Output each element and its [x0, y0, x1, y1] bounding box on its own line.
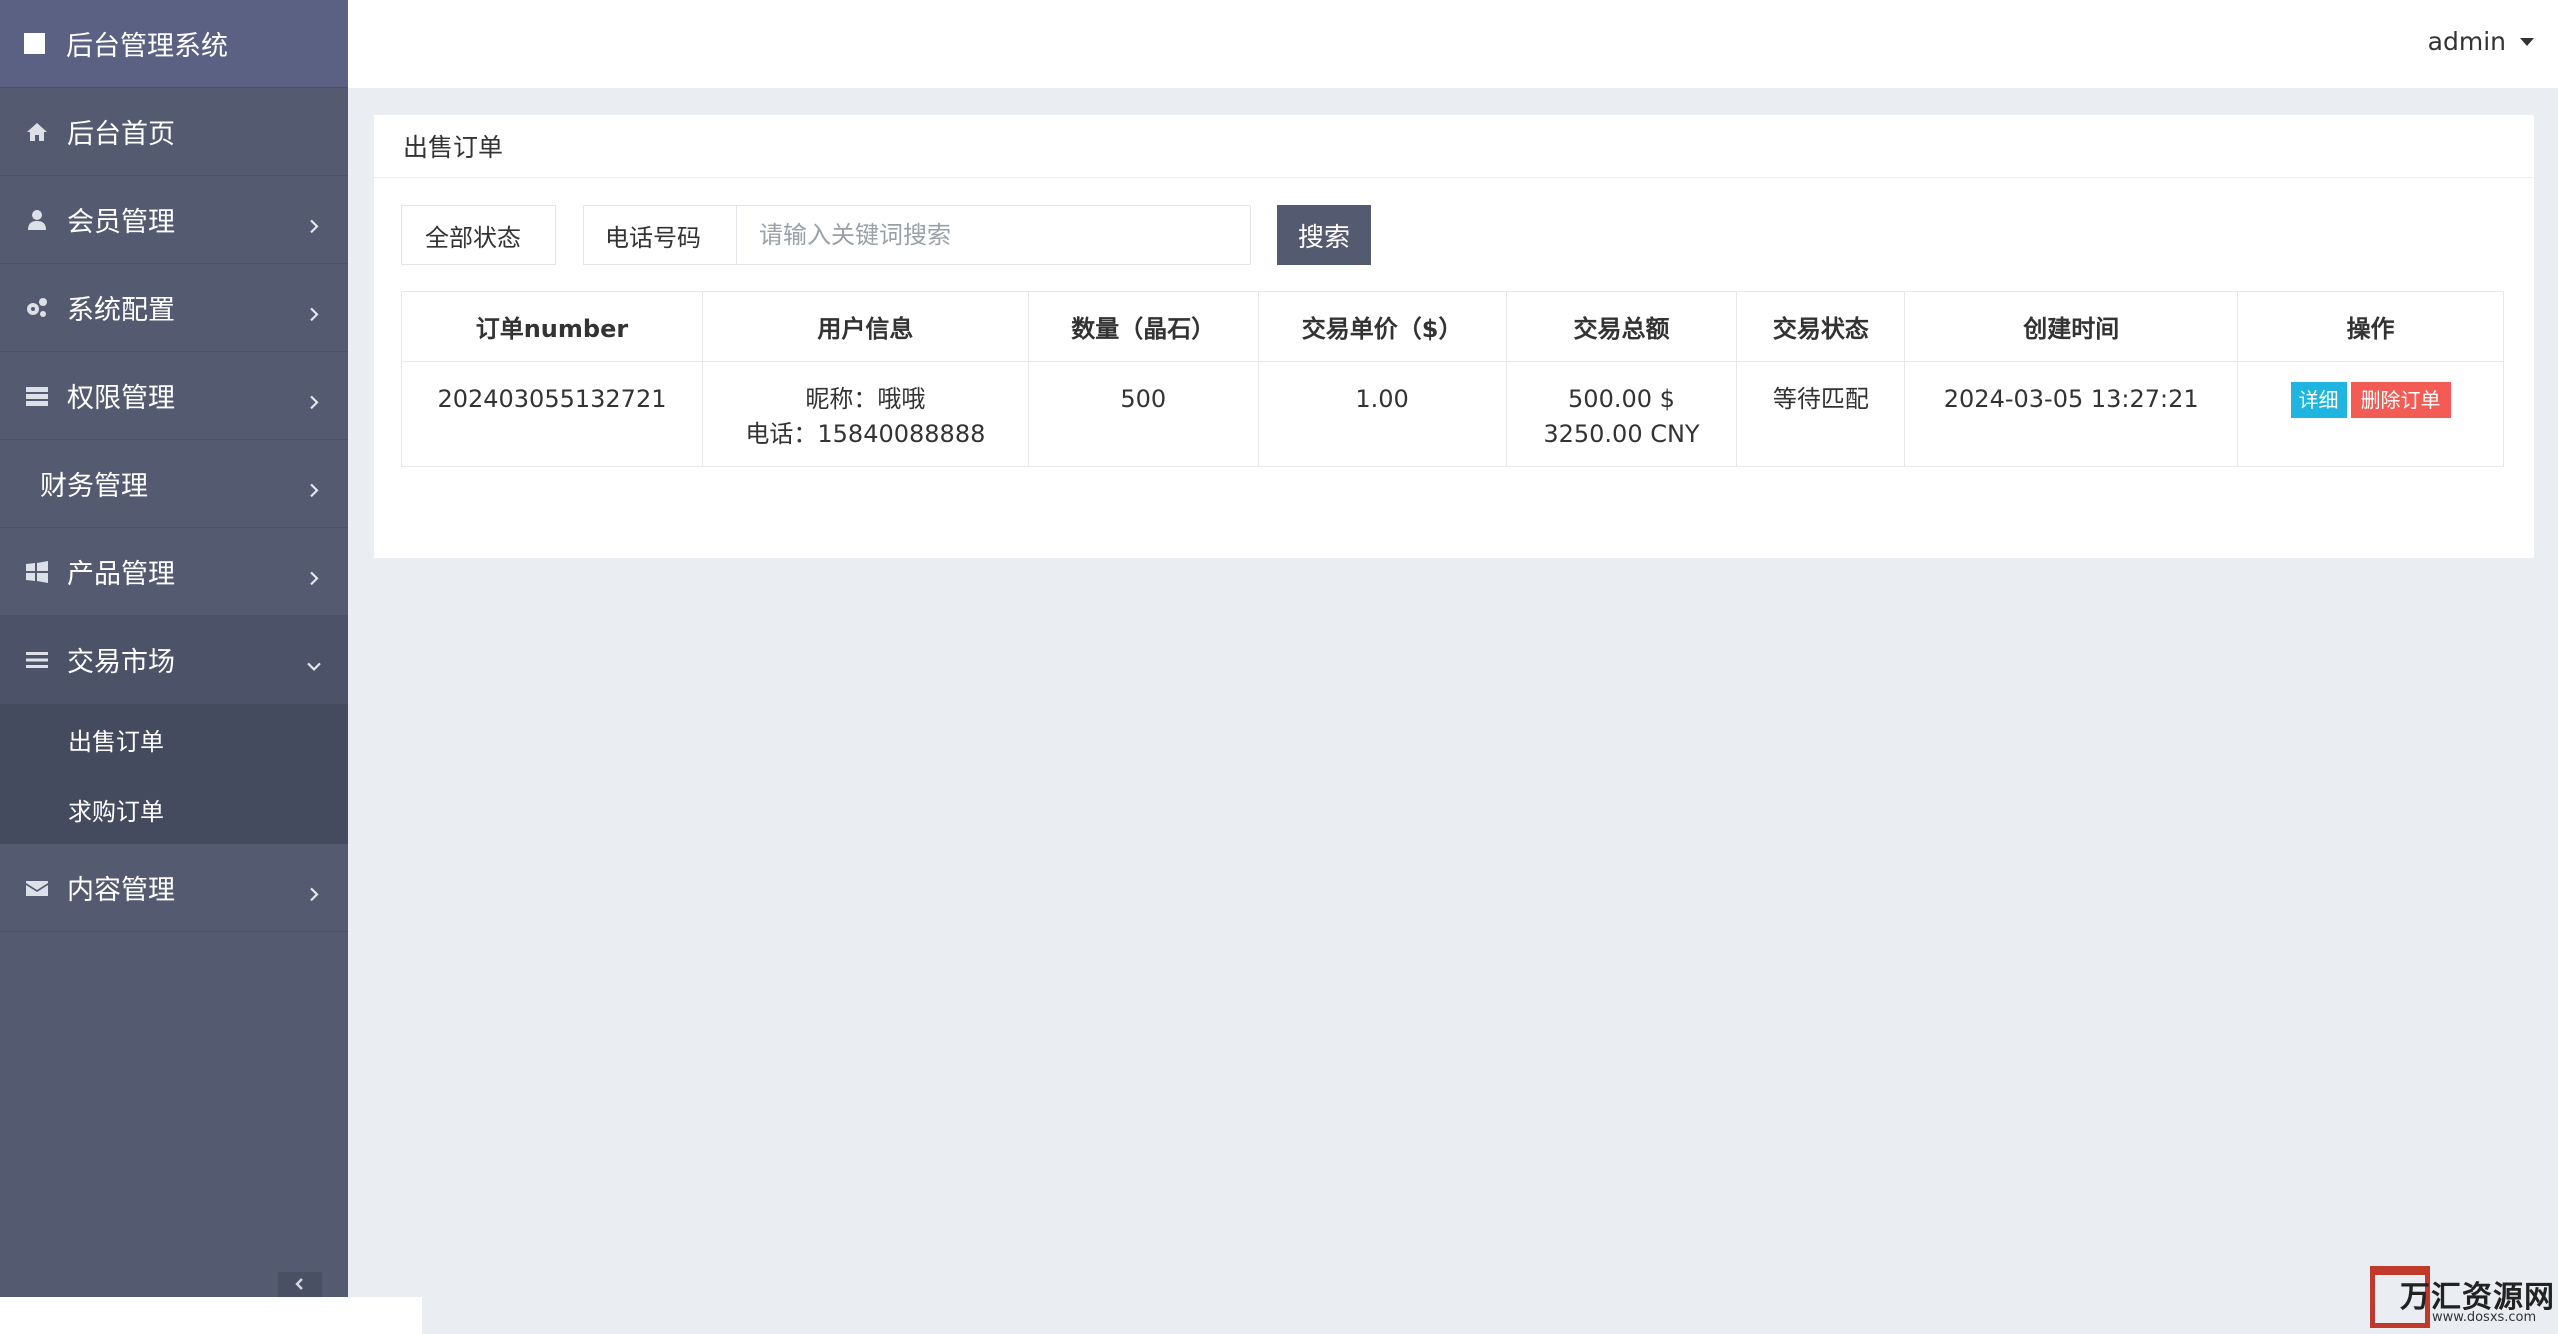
sidebar-item-products[interactable]: 产品管理 [0, 528, 348, 616]
search-field-select[interactable]: 电话号码 [583, 205, 736, 265]
sidebar-item-home[interactable]: 后台首页 [0, 88, 348, 176]
column-header: 订单number [401, 291, 703, 362]
username: admin [2427, 27, 2506, 56]
submenu-item-buy-orders[interactable]: 求购订单 [0, 774, 348, 844]
bars-icon [24, 647, 50, 673]
chevron-right-icon [306, 298, 322, 321]
chevron-right-icon [306, 210, 322, 233]
app-title: 后台管理系统 [66, 31, 228, 62]
user-nickname: 昵称：哦哦 [805, 385, 926, 413]
sidebar-item-market[interactable]: 交易市场 [0, 616, 348, 704]
detail-button[interactable]: 详细 [2290, 382, 2347, 418]
search-button[interactable]: 搜索 [1277, 205, 1371, 265]
logo-square-icon [24, 33, 45, 54]
total-cell: 500.00 $ 3250.00 CNY [1505, 361, 1738, 467]
user-info-cell: 昵称：哦哦 电话：15840088888 [701, 361, 1029, 467]
column-header: 操作 [2237, 291, 2504, 362]
user-phone: 电话：15840088888 [745, 420, 986, 448]
sidebar-item-finance[interactable]: 财务管理 [0, 440, 348, 528]
watermark-logo: 万汇资源网 www.dosxs.com [2370, 1260, 2555, 1332]
caret-down-icon [2520, 37, 2534, 46]
total-usd: 500.00 $ [1568, 385, 1675, 413]
chevron-right-icon [306, 878, 322, 901]
chevron-right-icon [306, 474, 322, 497]
delete-order-button[interactable]: 删除订单 [2350, 382, 2451, 418]
column-header: 数量（晶石） [1027, 291, 1259, 362]
windows-icon [24, 559, 50, 585]
column-header: 交易总额 [1505, 291, 1738, 362]
user-menu[interactable]: admin [2428, 27, 2534, 56]
gears-icon [24, 295, 50, 321]
total-cny: 3250.00 CNY [1543, 420, 1700, 448]
table-row: 202403055132721 昵称：哦哦 电话：15840088888 500… [401, 361, 2504, 467]
brand[interactable]: 后台管理系统 [0, 0, 348, 88]
quantity-cell: 500 [1027, 361, 1259, 467]
created-time-cell: 2024-03-05 13:27:21 [1904, 361, 2239, 467]
chevron-down-icon [306, 650, 322, 671]
column-header: 交易状态 [1736, 291, 1906, 362]
sidebar-item-label: 内容管理 [67, 875, 175, 906]
table-header-row: 订单number 用户信息 数量（晶石） 交易单价（$） 交易总额 交易状态 创… [401, 291, 2504, 362]
user-icon [24, 207, 50, 233]
market-submenu: 出售订单 求购订单 [0, 704, 348, 844]
sidebar-item-content[interactable]: 内容管理 [0, 844, 348, 932]
envelope-icon [24, 875, 50, 901]
sidebar-item-label: 权限管理 [67, 383, 175, 414]
orders-table: 订单number 用户信息 数量（晶石） 交易单价（$） 交易总额 交易状态 创… [401, 291, 2504, 467]
bottom-strip [0, 1297, 422, 1334]
search-input[interactable] [736, 205, 1251, 265]
chevron-right-icon [306, 562, 322, 585]
filter-bar: 全部状态 电话号码 搜索 [401, 205, 1371, 265]
chevron-left-icon [293, 1277, 307, 1297]
column-header: 用户信息 [701, 291, 1029, 362]
watermark-url: www.dosxs.com [2432, 1310, 2537, 1325]
server-icon [24, 383, 50, 409]
orders-panel: 出售订单 全部状态 电话号码 搜索 订单number 用户信息 数量（晶石） 交… [374, 115, 2534, 558]
sidebar-item-members[interactable]: 会员管理 [0, 176, 348, 264]
top-header: admin [348, 0, 2558, 88]
sidebar-item-label: 财务管理 [40, 471, 148, 502]
sidebar-item-label: 会员管理 [67, 207, 175, 238]
column-header: 交易单价（$） [1257, 291, 1507, 362]
sidebar-item-label: 系统配置 [67, 295, 175, 326]
sidebar-collapse-button[interactable] [278, 1272, 322, 1297]
submenu-item-sell-orders[interactable]: 出售订单 [0, 704, 348, 774]
home-icon [24, 119, 50, 145]
sidebar-item-permissions[interactable]: 权限管理 [0, 352, 348, 440]
sidebar: 后台管理系统 后台首页 会员管理 系统配置 权限管理 财务管理 产品管理 交易市… [0, 0, 348, 1297]
status-filter-select[interactable]: 全部状态 [401, 205, 556, 265]
order-number-cell: 202403055132721 [401, 361, 703, 467]
sidebar-item-label: 产品管理 [67, 559, 175, 590]
status-cell: 等待匹配 [1736, 361, 1906, 467]
chevron-right-icon [306, 386, 322, 409]
sidebar-item-label: 后台首页 [67, 119, 175, 150]
column-header: 创建时间 [1904, 291, 2239, 362]
sidebar-item-label: 交易市场 [67, 647, 175, 678]
sidebar-item-system-config[interactable]: 系统配置 [0, 264, 348, 352]
unit-price-cell: 1.00 [1257, 361, 1507, 467]
page-title: 出售订单 [374, 115, 2534, 178]
actions-cell: 详细 删除订单 [2237, 361, 2504, 467]
